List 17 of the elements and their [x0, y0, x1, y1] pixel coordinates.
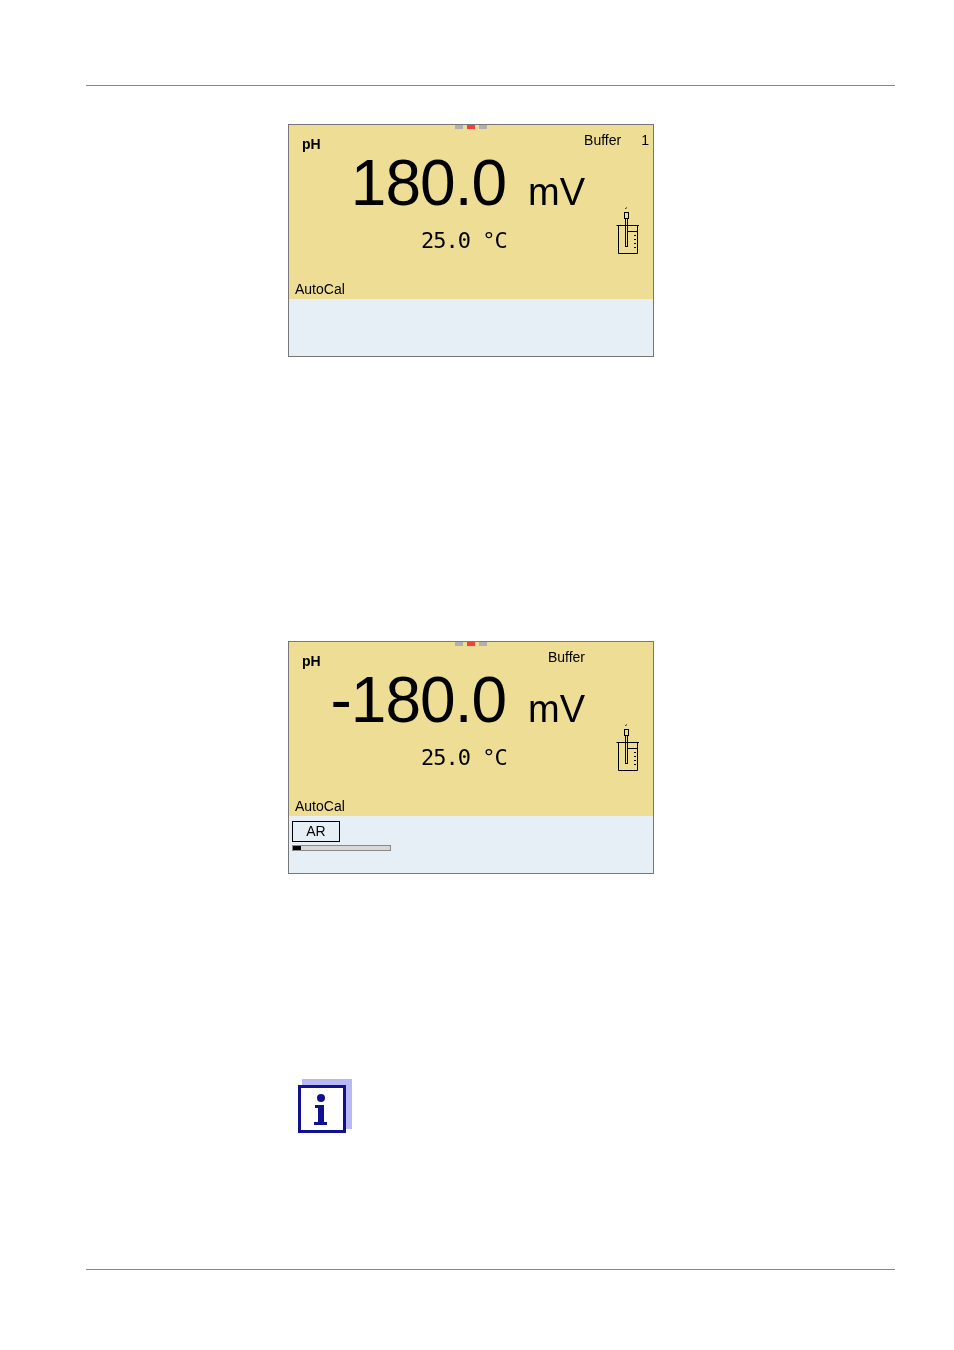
buffer-number: 1 [641, 132, 649, 148]
temperature-reading: 25.0 °C [421, 745, 507, 770]
unit-label: mV [528, 688, 585, 731]
beaker-electrode-icon [616, 207, 640, 254]
unit-label: mV [528, 171, 585, 214]
indicator-label: AR [292, 821, 340, 842]
status-label: Buffer [547, 649, 585, 665]
status-label: Buffer [584, 132, 622, 148]
function-label: AutoCal [295, 798, 345, 814]
beaker-electrode-icon [616, 724, 640, 771]
function-label: AutoCal [295, 281, 345, 297]
mode-label: pH [302, 653, 321, 669]
measured-value: -180.0 [329, 669, 506, 731]
mode-label: pH [302, 136, 321, 152]
measured-value: 180.0 [349, 152, 506, 214]
temperature-reading: 25.0 °C [421, 228, 507, 253]
info-icon [298, 1079, 352, 1133]
